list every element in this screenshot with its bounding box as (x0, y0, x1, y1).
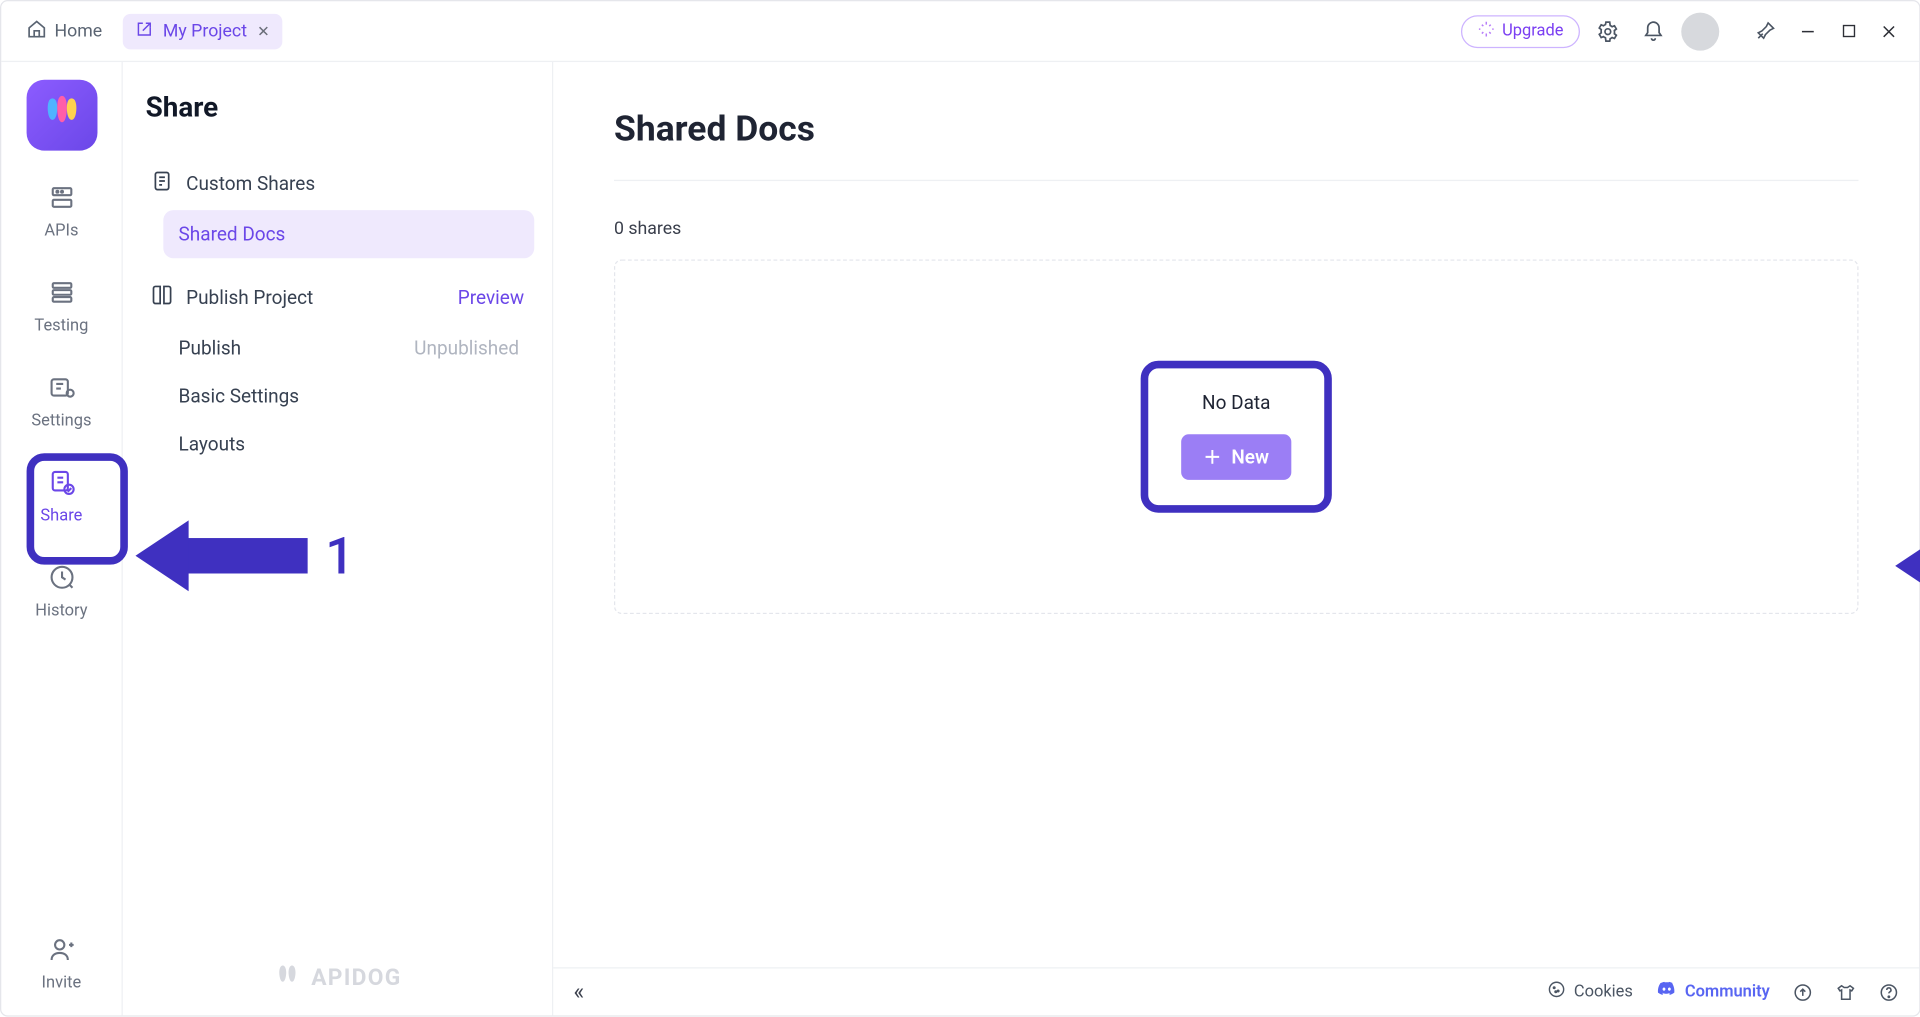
rail-item-invite[interactable]: Invite (16, 936, 107, 993)
rail-label: Share (40, 506, 82, 525)
rail-item-settings[interactable]: Settings (16, 373, 107, 430)
testing-icon (47, 279, 75, 312)
tab-my-project[interactable]: My Project ✕ (122, 13, 282, 48)
new-button[interactable]: ＋ New (1181, 434, 1292, 480)
sidebar-item-custom-shares[interactable]: Custom Shares (141, 157, 535, 210)
sidebar-item-label: Publish Project (186, 286, 313, 309)
sidebar-item-layouts[interactable]: Layouts (163, 420, 534, 468)
rail-item-apis[interactable]: APIs (16, 184, 107, 241)
brand-footer: APIDOG (141, 946, 535, 1003)
window-maximize-icon[interactable] (1833, 16, 1863, 46)
apis-icon (47, 184, 75, 217)
sidebar-item-label: Shared Docs (179, 223, 286, 246)
home-button[interactable]: Home (16, 13, 112, 48)
upgrade-label: Upgrade (1502, 22, 1563, 41)
pin-icon[interactable] (1747, 13, 1782, 48)
upgrade-button[interactable]: Upgrade (1460, 15, 1580, 48)
discord-icon (1656, 979, 1678, 1006)
new-button-label: New (1231, 446, 1269, 469)
settings-icon (47, 373, 75, 406)
cookies-link[interactable]: Cookies (1547, 980, 1633, 1004)
empty-state-box: No Data ＋ New (614, 260, 1858, 614)
brand-footer-icon (273, 961, 301, 995)
top-bar: Home My Project ✕ Upgrade (1, 1, 1919, 62)
brand-tile[interactable] (26, 80, 97, 151)
avatar[interactable] (1681, 12, 1719, 50)
divider (614, 180, 1858, 181)
collapse-icon[interactable]: « (573, 979, 584, 1006)
window-close-icon[interactable] (1874, 16, 1904, 46)
help-icon[interactable] (1879, 982, 1899, 1002)
project-icon (135, 20, 153, 43)
sidebar-item-basic-settings[interactable]: Basic Settings (163, 372, 534, 420)
share-sidebar: Share Custom Shares Shared Docs Publish … (123, 62, 553, 1015)
tab-close-icon[interactable]: ✕ (257, 22, 270, 40)
left-rail: APIs Testing Settings Share (1, 62, 123, 1015)
sidebar-item-shared-docs[interactable]: Shared Docs (163, 210, 534, 258)
no-data-block: No Data ＋ New (1153, 371, 1320, 503)
rail-label: Testing (34, 317, 88, 336)
cookie-icon (1547, 980, 1566, 1004)
sidebar-item-label: Basic Settings (179, 385, 300, 408)
rail-item-testing[interactable]: Testing (16, 279, 107, 336)
publish-status: Unpublished (414, 337, 519, 360)
community-link[interactable]: Community (1656, 979, 1770, 1006)
brand-footer-text: APIDOG (311, 965, 401, 992)
tab-label: My Project (163, 21, 247, 41)
rail-label: History (35, 601, 87, 620)
community-label: Community (1685, 982, 1770, 1001)
history-icon (47, 563, 75, 596)
rail-label: Invite (42, 974, 82, 993)
brand-logo-icon (40, 91, 83, 139)
rail-label: Settings (31, 411, 91, 430)
rail-label: APIs (44, 222, 78, 241)
sidebar-item-publish[interactable]: Publish Unpublished (163, 324, 534, 372)
home-label: Home (54, 21, 102, 41)
sparkle-icon (1477, 20, 1495, 43)
preview-link[interactable]: Preview (458, 286, 524, 309)
sidebar-item-label: Custom Shares (186, 172, 315, 195)
share-count-text: 0 shares (614, 219, 1858, 239)
settings-gear-icon[interactable] (1590, 13, 1625, 48)
sidebar-item-label: Publish (179, 337, 242, 360)
sidebar-item-publish-project[interactable]: Publish Project Preview (141, 271, 535, 324)
window-minimize-icon[interactable] (1793, 16, 1823, 46)
document-icon (151, 170, 174, 198)
page-title: Shared Docs (614, 108, 1858, 150)
section-title: Share (141, 92, 535, 124)
upload-icon[interactable] (1793, 982, 1813, 1002)
main-panel: Shared Docs 0 shares No Data ＋ New (553, 62, 1919, 1015)
share-icon (47, 468, 75, 501)
bottom-bar: « Cookies Community (553, 967, 1919, 1015)
rail-item-share[interactable]: Share (16, 468, 107, 525)
plus-icon: ＋ (1203, 444, 1221, 469)
bell-icon[interactable] (1636, 13, 1671, 48)
invite-icon (47, 936, 75, 969)
book-icon (151, 284, 174, 312)
rail-item-history[interactable]: History (16, 563, 107, 620)
annotation-arrow-2: 2 (1895, 530, 1920, 601)
sidebar-item-label: Layouts (179, 433, 246, 456)
cookies-label: Cookies (1574, 982, 1633, 1001)
home-icon (27, 18, 47, 43)
no-data-label: No Data (1202, 391, 1270, 414)
shirt-icon[interactable] (1836, 982, 1856, 1002)
